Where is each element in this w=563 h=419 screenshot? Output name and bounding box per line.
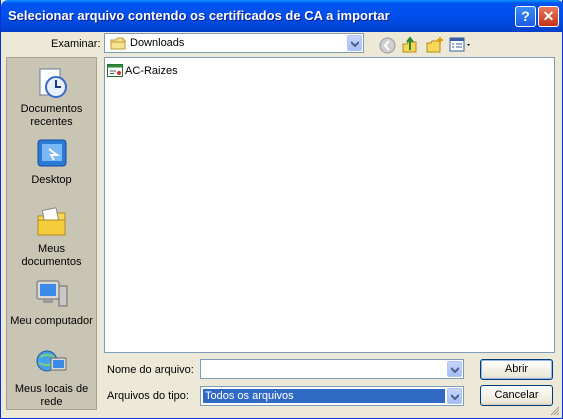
lookin-value: Downloads xyxy=(130,37,185,49)
my-documents-icon xyxy=(37,207,65,236)
filename-label: Nome do arquivo: xyxy=(107,364,194,376)
filetype-dropdown[interactable]: Todos os arquivos xyxy=(200,386,464,406)
folder-icon xyxy=(110,37,126,50)
place-network[interactable]: Meus locais de rede xyxy=(7,346,96,409)
chevron-down-icon xyxy=(451,394,459,400)
file-list[interactable]: AC-Raizes xyxy=(104,57,555,353)
filetype-value: Todos os arquivos xyxy=(205,390,294,402)
up-folder-icon[interactable] xyxy=(401,36,419,54)
place-label: Meu computador xyxy=(10,315,93,327)
title-bar[interactable]: Selecionar arquivo contendo os certifica… xyxy=(1,0,563,32)
place-label: Meus locais de rede xyxy=(14,383,89,408)
filetype-label: Arquivos do tipo: xyxy=(107,390,189,402)
place-label: Documentos recentes xyxy=(20,103,83,128)
open-button[interactable]: Abrir xyxy=(480,359,553,380)
place-label: Desktop xyxy=(31,174,72,186)
chevron-down-icon xyxy=(451,367,459,373)
lookin-dropdown[interactable]: Downloads xyxy=(104,33,364,53)
filename-input[interactable] xyxy=(200,359,464,379)
filename-dropdown-arrow[interactable] xyxy=(447,361,462,377)
places-bar: Documentos recentes Desktop Meus documen… xyxy=(6,57,97,410)
view-menu-icon[interactable] xyxy=(449,37,473,53)
place-desktop[interactable]: Desktop xyxy=(7,137,96,187)
desktop-icon xyxy=(37,139,66,167)
back-icon[interactable] xyxy=(379,37,397,54)
new-folder-icon[interactable] xyxy=(425,36,445,54)
place-my-computer[interactable]: Meu computador xyxy=(7,278,96,328)
window-title: Selecionar arquivo contendo os certifica… xyxy=(8,8,390,23)
my-computer-icon xyxy=(36,280,67,307)
cancel-button[interactable]: Cancelar xyxy=(480,385,553,406)
help-button[interactable]: ? xyxy=(515,6,536,27)
network-places-icon xyxy=(36,350,66,372)
filetype-dropdown-arrow[interactable] xyxy=(447,388,462,404)
place-my-documents[interactable]: Meus documentos xyxy=(7,206,96,269)
lookin-label: Examinar: xyxy=(51,38,101,50)
place-recent-documents[interactable]: Documentos recentes xyxy=(7,66,96,129)
chevron-down-icon xyxy=(351,41,359,47)
resize-grip-icon[interactable] xyxy=(549,405,560,416)
file-name: AC-Raizes xyxy=(125,65,178,77)
place-label: Meus documentos xyxy=(21,243,82,268)
close-button[interactable]: ✕ xyxy=(538,6,559,27)
certificate-file-icon xyxy=(107,64,123,77)
lookin-dropdown-arrow[interactable] xyxy=(347,35,362,51)
file-dialog-window: Selecionar arquivo contendo os certifica… xyxy=(0,0,563,419)
recent-documents-icon xyxy=(39,68,67,98)
